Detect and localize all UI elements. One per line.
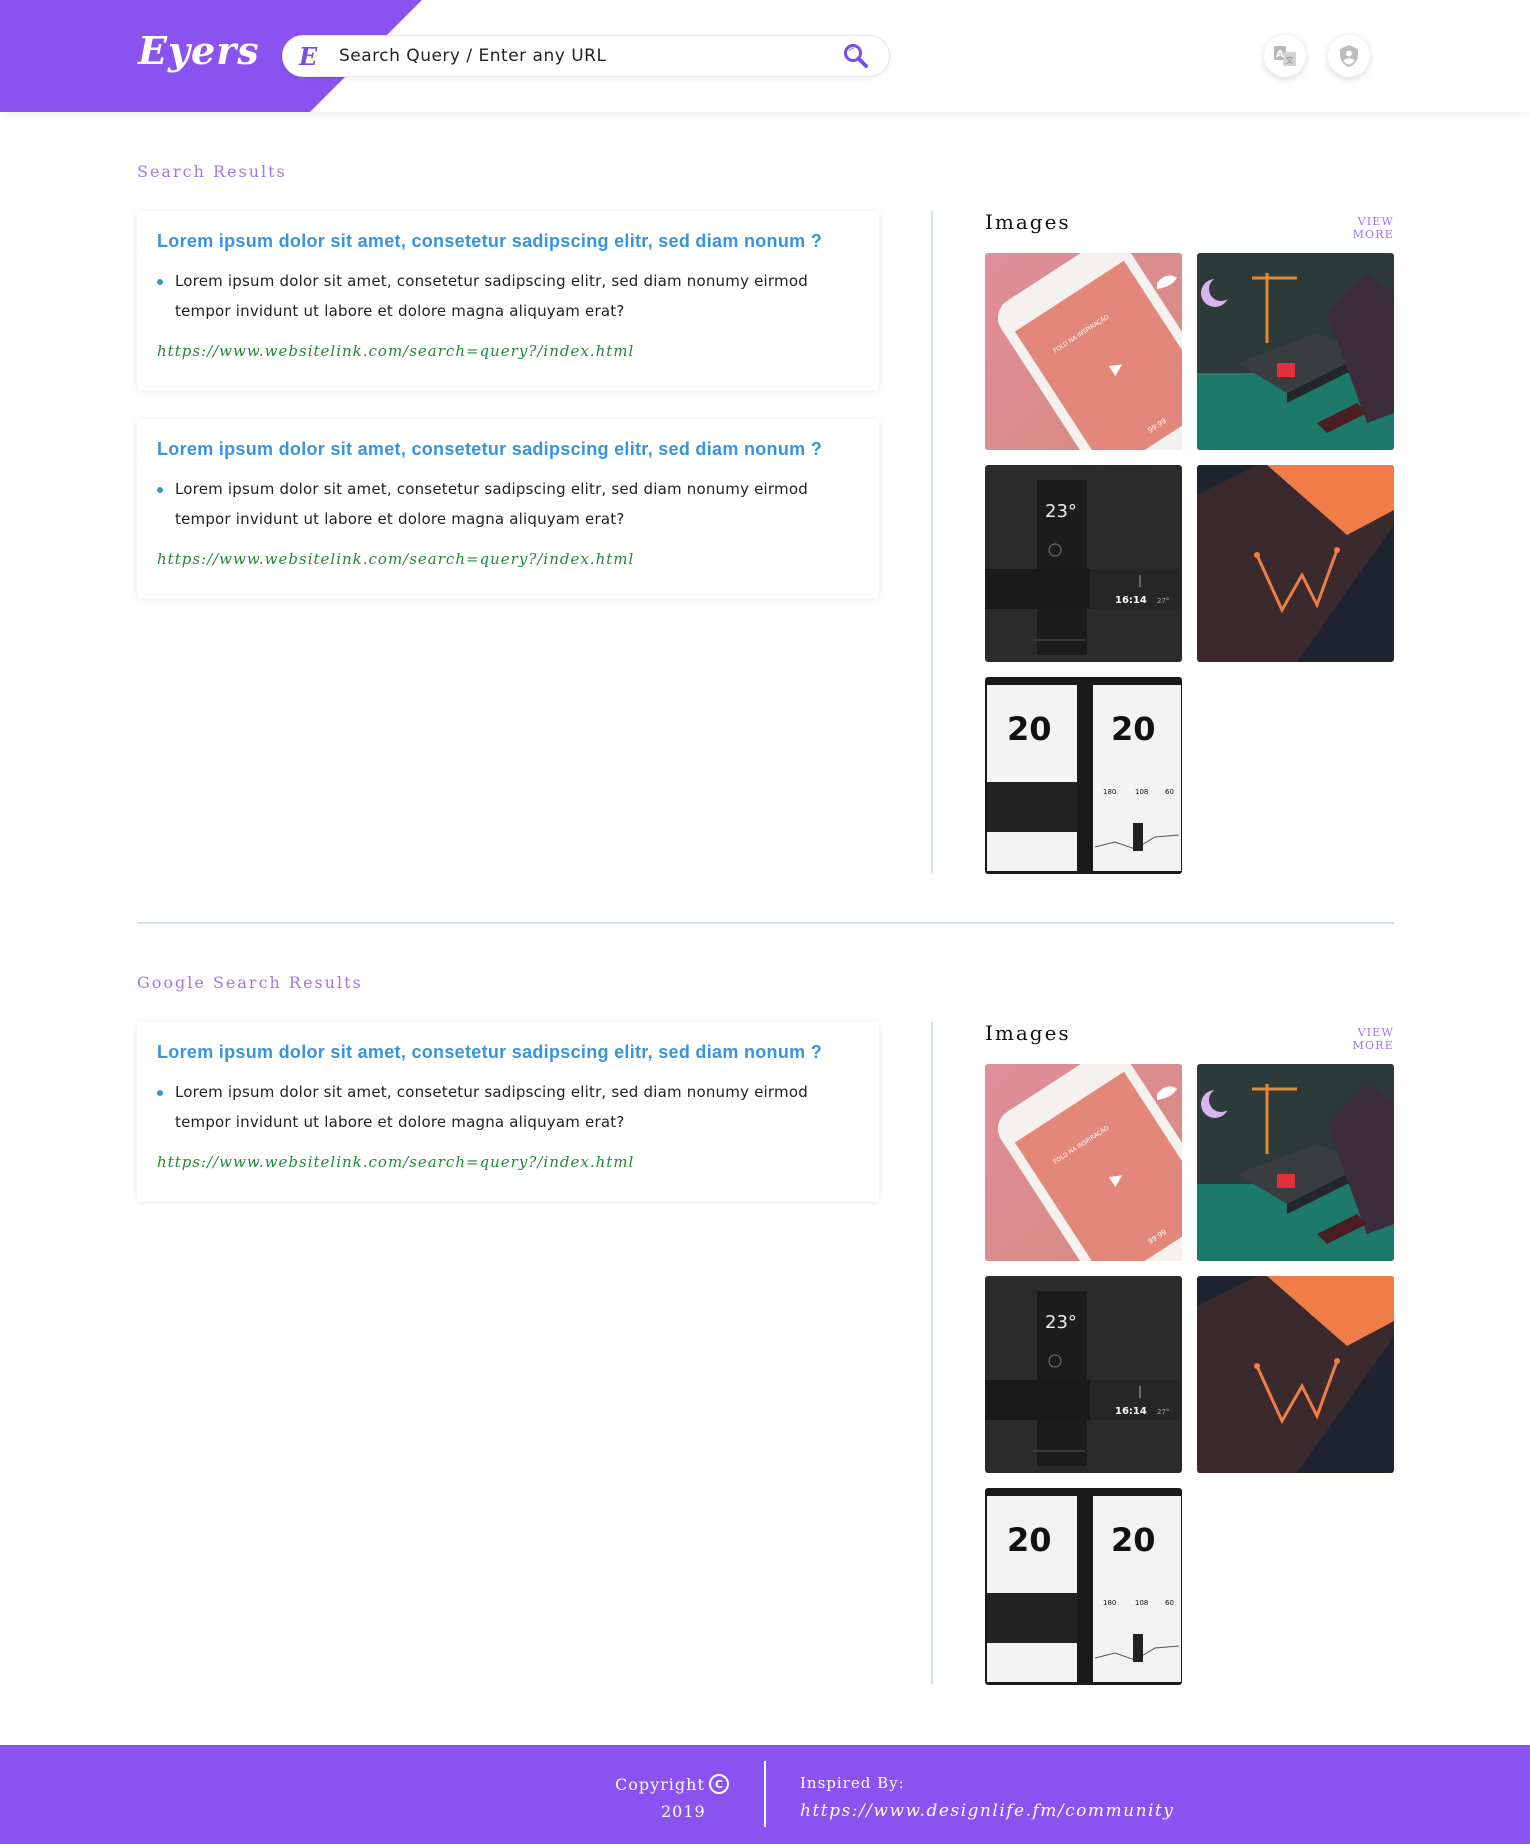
image-thumbnail-isometric[interactable]: [1197, 253, 1394, 450]
search-bar: E: [282, 35, 890, 77]
translate-button[interactable]: A 文: [1264, 35, 1306, 77]
view-more-link[interactable]: VIEW MORE: [1316, 1026, 1394, 1052]
top-header: Eyers E A 文: [0, 0, 1530, 112]
images-heading: Images: [985, 1021, 1071, 1045]
weather-app-image: 23° 16:14 27°: [985, 1276, 1182, 1473]
weather-temp: 23°: [1045, 1312, 1077, 1333]
column-divider: [931, 211, 933, 873]
result-title-link[interactable]: Lorem ipsum dolor sit amet, consetetur s…: [157, 1042, 859, 1063]
weather-time: 16:14: [1115, 1406, 1147, 1417]
fitness-value-left: 20: [1007, 710, 1052, 748]
section-divider: [137, 922, 1394, 924]
isometric-scene-image: [1197, 253, 1394, 450]
fitness-stat: 180: [1103, 788, 1116, 796]
fitness-app-image: 20 20 180 108 60: [985, 1488, 1182, 1685]
search-icon: [844, 44, 868, 68]
footer: Copyright C 2019 Inspired By: https://ww…: [0, 1745, 1530, 1844]
section-title-search-results: Search Results: [137, 162, 287, 181]
inspired-by-link[interactable]: https://www.designlife.fm/community: [800, 1801, 1174, 1821]
business-card-image: [1197, 465, 1394, 662]
fitness-stat: 108: [1135, 788, 1148, 796]
svg-text:文: 文: [1286, 55, 1294, 65]
weather-app-image: 23° 16:14 27°: [985, 465, 1182, 662]
image-thumbnail-phone[interactable]: FOLD NA INSPIRAÇÃO 99:99: [985, 1064, 1182, 1261]
image-thumbnail-business-card[interactable]: [1197, 1276, 1394, 1473]
result-url-link[interactable]: https://www.websitelink.com/search=query…: [157, 550, 859, 568]
app-logo[interactable]: Eyers: [138, 28, 260, 73]
shield-user-icon: [1340, 45, 1358, 67]
fitness-app-image: 20 20 180 108 60: [985, 677, 1182, 874]
image-thumbnail-isometric[interactable]: [1197, 1064, 1394, 1261]
fitness-value-left: 20: [1007, 1521, 1052, 1559]
images-heading: Images: [985, 210, 1071, 234]
view-more-link[interactable]: VIEW MORE: [1316, 215, 1394, 241]
image-thumbnail-weather[interactable]: 23° 16:14 27°: [985, 465, 1182, 662]
svg-text:A: A: [1276, 49, 1284, 60]
weather-small-temp: 27°: [1157, 1408, 1169, 1416]
fitness-stat: 60: [1165, 1599, 1174, 1607]
copyright-year: 2019: [661, 1802, 706, 1821]
result-url-link[interactable]: https://www.websitelink.com/search=query…: [157, 1153, 859, 1171]
section-title-google-results: Google Search Results: [137, 973, 363, 992]
fitness-value-right: 20: [1111, 1521, 1156, 1559]
copyright-text: Copyright: [615, 1775, 705, 1794]
weather-small-temp: 27°: [1157, 597, 1169, 605]
fitness-stat: 180: [1103, 1599, 1116, 1607]
phone-mockup-image: FOLD NA INSPIRAÇÃO 99:99: [985, 1064, 1182, 1261]
isometric-scene-image: [1197, 1064, 1394, 1261]
search-result-card: Lorem ipsum dolor sit amet, consetetur s…: [137, 419, 879, 598]
result-description: Lorem ipsum dolor sit amet, consetetur s…: [157, 266, 859, 326]
search-result-card: Lorem ipsum dolor sit amet, consetetur s…: [137, 211, 879, 390]
image-thumbnail-weather[interactable]: 23° 16:14 27°: [985, 1276, 1182, 1473]
search-result-card: Lorem ipsum dolor sit amet, consetetur s…: [137, 1022, 879, 1201]
result-url-link[interactable]: https://www.websitelink.com/search=query…: [157, 342, 859, 360]
weather-time: 16:14: [1115, 595, 1147, 606]
fitness-stat: 60: [1165, 788, 1174, 796]
image-thumbnail-business-card[interactable]: [1197, 465, 1394, 662]
phone-mockup-image: FOLD NA INSPIRAÇÃO 99:99: [985, 253, 1182, 450]
result-description: Lorem ipsum dolor sit amet, consetetur s…: [157, 1077, 859, 1137]
search-input[interactable]: [339, 46, 841, 66]
result-title-link[interactable]: Lorem ipsum dolor sit amet, consetetur s…: [157, 231, 859, 252]
translate-icon: A 文: [1274, 46, 1296, 66]
fitness-stat: 108: [1135, 1599, 1148, 1607]
footer-divider: [764, 1761, 766, 1827]
copyright-icon: C: [709, 1774, 729, 1794]
fitness-value-right: 20: [1111, 710, 1156, 748]
search-engine-mark: E: [299, 41, 318, 71]
column-divider: [931, 1022, 933, 1684]
result-description: Lorem ipsum dolor sit amet, consetetur s…: [157, 474, 859, 534]
search-button[interactable]: [841, 41, 871, 71]
image-thumbnail-fitness[interactable]: 20 20 180 108 60: [985, 677, 1182, 874]
privacy-button[interactable]: [1328, 35, 1370, 77]
weather-temp: 23°: [1045, 501, 1077, 522]
image-thumbnail-phone[interactable]: FOLD NA INSPIRAÇÃO 99:99: [985, 253, 1182, 450]
business-card-image: [1197, 1276, 1394, 1473]
inspired-by-label: Inspired By:: [800, 1774, 905, 1792]
image-thumbnail-fitness[interactable]: 20 20 180 108 60: [985, 1488, 1182, 1685]
result-title-link[interactable]: Lorem ipsum dolor sit amet, consetetur s…: [157, 439, 859, 460]
